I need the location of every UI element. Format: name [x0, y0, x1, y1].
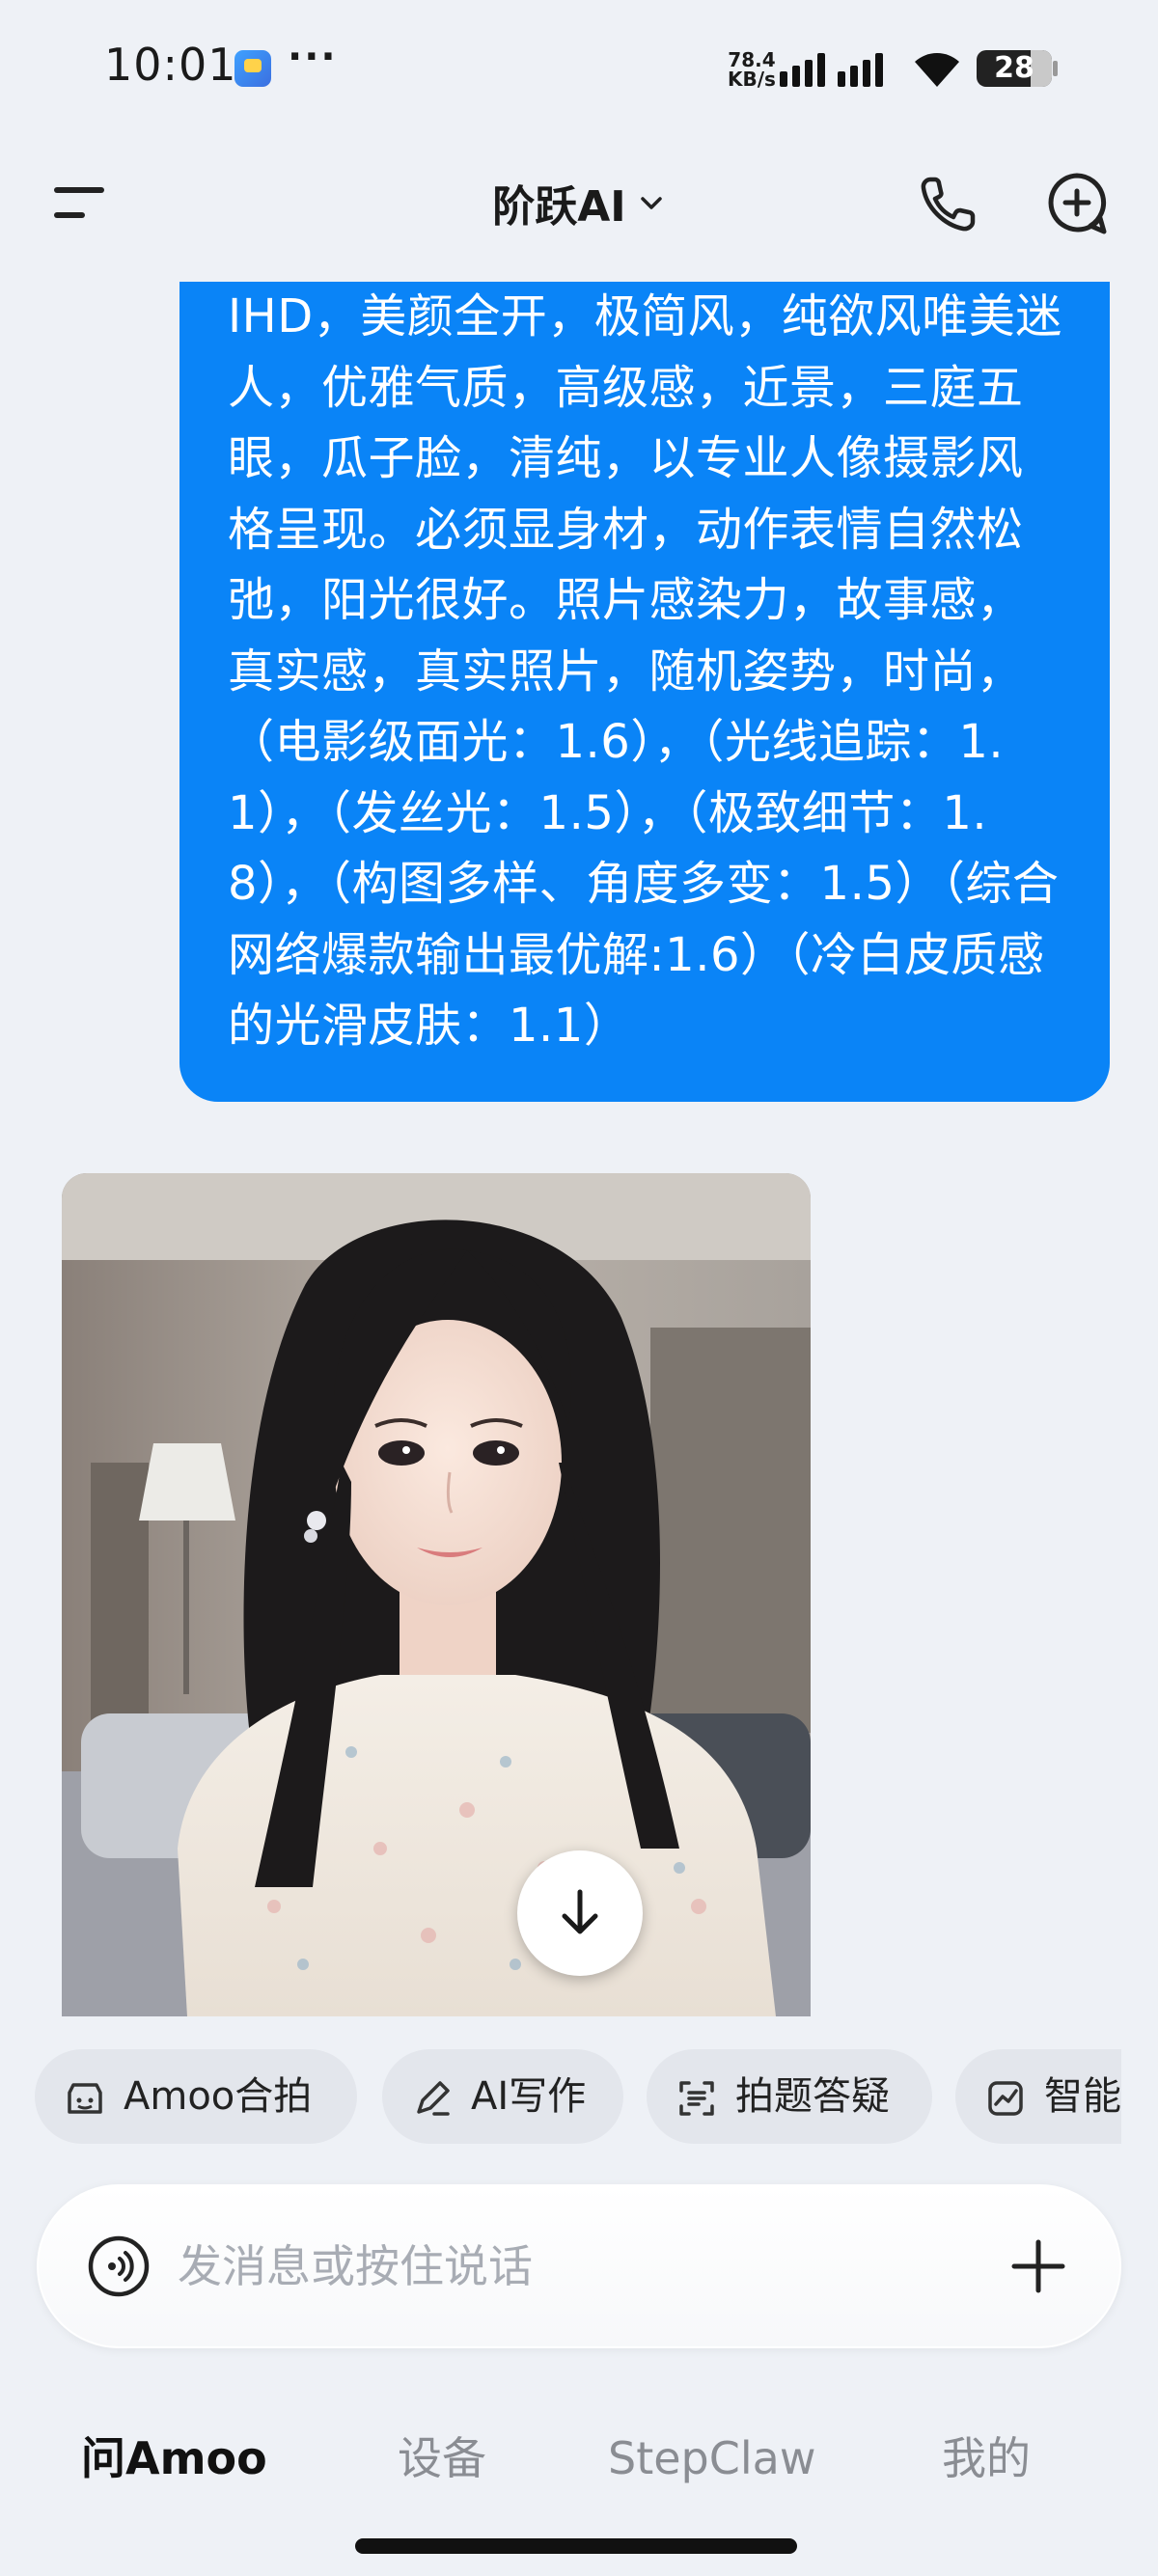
- battery-percent: 28: [994, 51, 1034, 85]
- status-time: 10:01: [104, 39, 237, 91]
- signal-icon: [780, 53, 883, 87]
- download-button[interactable]: [517, 1850, 643, 1976]
- nav-tab-devices[interactable]: 设备: [398, 2429, 486, 2487]
- nav-tab-stepclaw[interactable]: StepClaw: [608, 2429, 815, 2487]
- plus-icon[interactable]: [1008, 2236, 1068, 2296]
- chip-label: Amoo合拍: [124, 2074, 313, 2119]
- chip-amoo-photo[interactable]: Amoo合拍: [35, 2049, 357, 2144]
- nav-tab-ask-amoo[interactable]: 问Amoo: [81, 2429, 267, 2487]
- amoo-icon: [68, 2083, 102, 2114]
- bottom-navigation: 问Amoo 设备 StepClaw 我的: [0, 2402, 1158, 2518]
- notification-app-icon: [234, 50, 271, 87]
- chart-icon: [988, 2081, 1023, 2116]
- scan-icon: [679, 2081, 714, 2116]
- new-chat-icon[interactable]: [1044, 170, 1110, 237]
- chip-label: 智能: [1044, 2074, 1121, 2119]
- chip-smart[interactable]: 智能: [955, 2049, 1121, 2144]
- portrait-photo: [62, 1173, 811, 2016]
- download-arrow-icon: [562, 1889, 598, 1934]
- more-notifications-icon: ···: [288, 35, 338, 79]
- user-message-bubble[interactable]: IHD，美颜全开，极简风，纯欲风唯美迷人，优雅气质，高级感，近景，三庭五眼，瓜子…: [179, 282, 1110, 1102]
- home-indicator[interactable]: [355, 2538, 797, 2554]
- generated-image[interactable]: [62, 1173, 811, 2016]
- message-input-bar[interactable]: 发消息或按住说话: [37, 2184, 1121, 2348]
- nav-tab-me[interactable]: 我的: [942, 2429, 1031, 2487]
- pen-icon: [417, 2081, 450, 2116]
- chevron-down-icon[interactable]: [637, 188, 666, 217]
- chip-label: 拍题答疑: [735, 2074, 890, 2119]
- chip-photo-qa[interactable]: 拍题答疑: [647, 2049, 932, 2144]
- network-speed-unit: KB/s: [728, 68, 776, 91]
- message-input-placeholder[interactable]: 发消息或按住说话: [178, 2236, 533, 2296]
- title-area: 阶跃AI: [0, 172, 1158, 233]
- voice-input-icon[interactable]: [87, 2234, 151, 2298]
- user-message-text: IHD，美颜全开，极简风，纯欲风唯美迷人，优雅气质，高级感，近景，三庭五眼，瓜子…: [228, 289, 1062, 1053]
- quick-action-chips: Amoo合拍 AI写作 拍题答疑 智能: [0, 2049, 1121, 2146]
- network-speed-value: 78.4: [728, 48, 776, 71]
- phone-icon[interactable]: [917, 174, 979, 235]
- battery-tip: [1053, 61, 1058, 76]
- network-speed: 78.4 KB/s: [728, 50, 776, 89]
- chip-label: AI写作: [471, 2074, 587, 2119]
- chip-ai-writing[interactable]: AI写作: [382, 2049, 623, 2144]
- wifi-icon: [915, 53, 959, 87]
- app-header: 阶跃AI: [0, 145, 1158, 260]
- page-title[interactable]: 阶跃AI: [492, 172, 625, 233]
- battery-icon: 28: [977, 50, 1052, 87]
- status-bar: 10:01 ··· 78.4 KB/s 28: [0, 0, 1158, 135]
